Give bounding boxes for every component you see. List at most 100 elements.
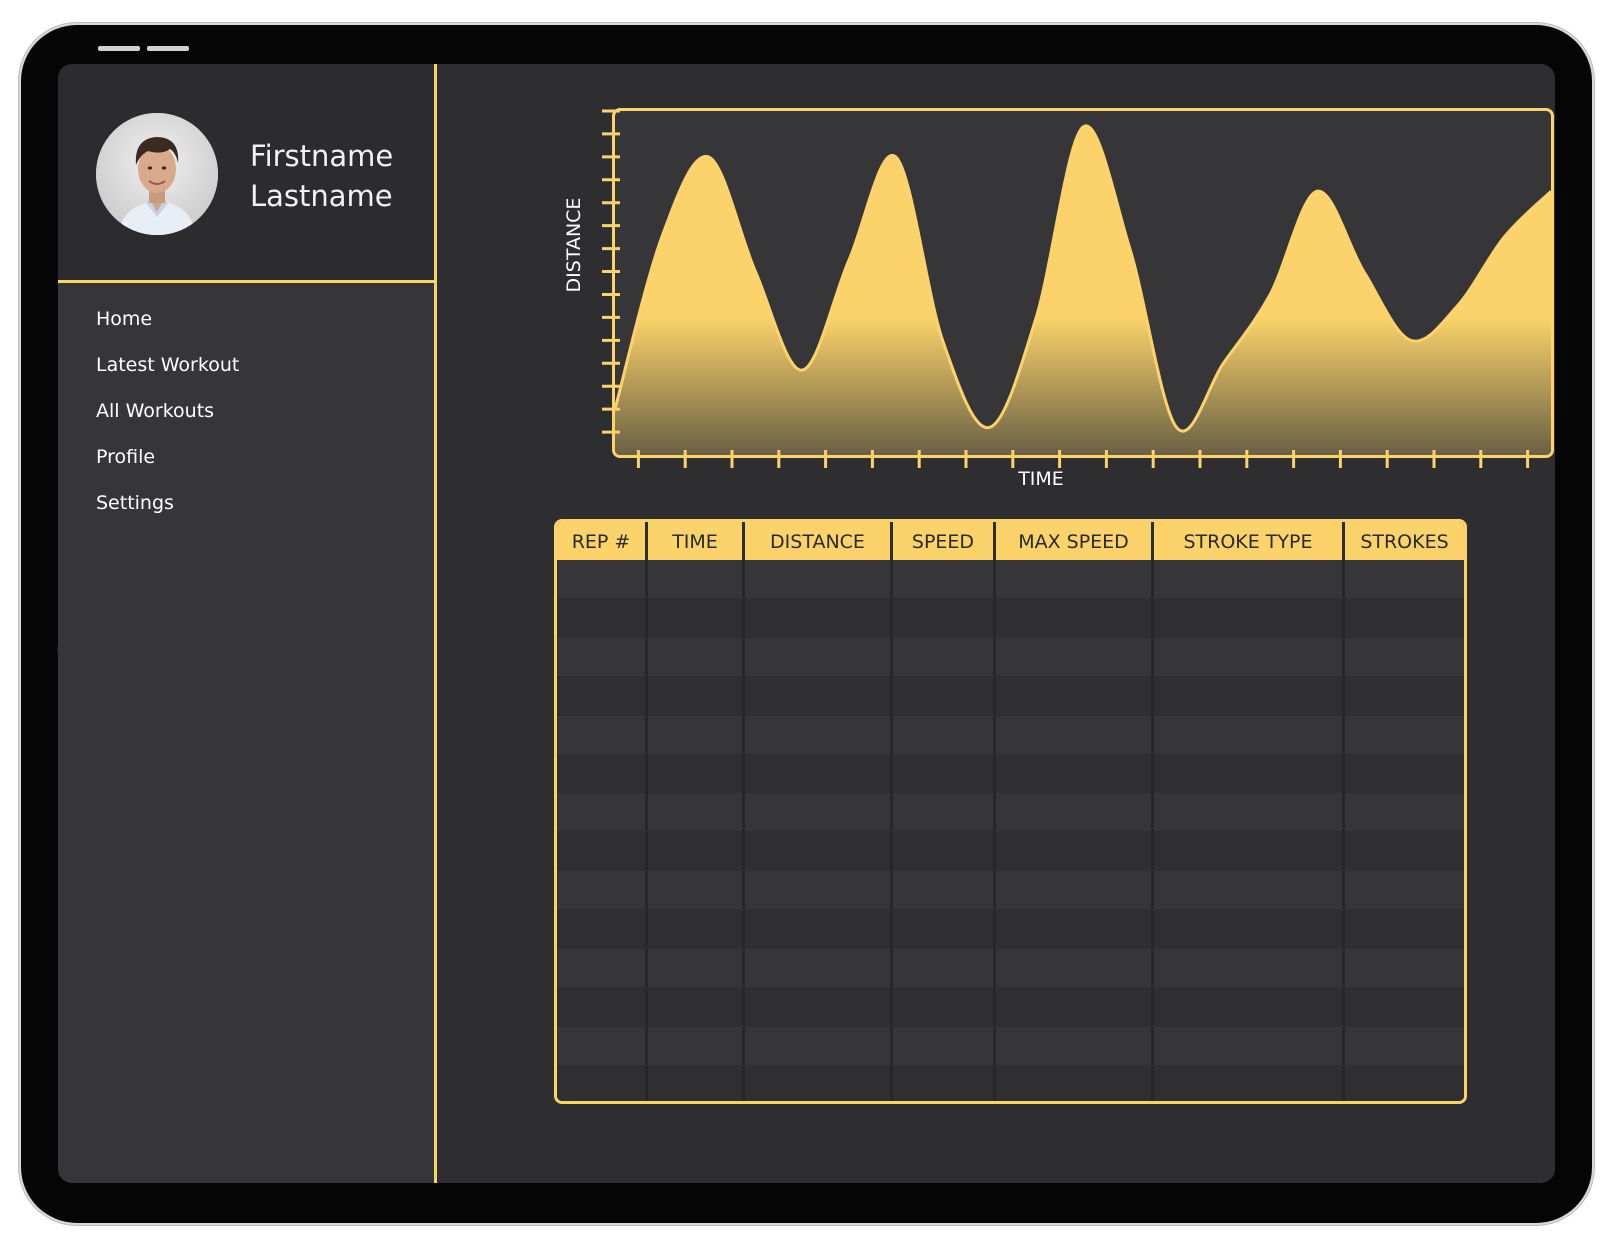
workout-table: REP # TIME DISTANCE SPEED MAX SPEED STRO…: [554, 519, 1467, 1104]
volume-button: [98, 46, 140, 51]
table-cell: [557, 832, 648, 871]
table-cell: [1154, 793, 1345, 832]
table-cell: [996, 598, 1154, 637]
user-name: Firstname Lastname: [250, 136, 393, 216]
table-cell: [1345, 677, 1464, 715]
table-cell: [745, 560, 893, 598]
table-cell: [1154, 637, 1345, 676]
table-cell: [1154, 598, 1345, 637]
table-cell: [648, 949, 745, 987]
table-cell: [1154, 560, 1345, 598]
table-row[interactable]: [557, 598, 1464, 637]
table-cell: [996, 871, 1154, 910]
table-cell: [648, 1026, 745, 1065]
distance-chart: DISTANCE TIME: [481, 108, 1554, 548]
table-cell: [745, 949, 893, 987]
table-cell: [1154, 910, 1345, 949]
table-row[interactable]: [557, 832, 1464, 871]
table-row[interactable]: [557, 871, 1464, 910]
table-cell: [1154, 715, 1345, 754]
table-row[interactable]: [557, 793, 1464, 832]
table-row[interactable]: [557, 949, 1464, 987]
nav-item-home[interactable]: Home: [96, 308, 239, 354]
col-header-time[interactable]: TIME: [648, 522, 745, 560]
table-cell: [996, 832, 1154, 871]
table-cell: [1154, 949, 1345, 987]
col-header-strokes[interactable]: STROKES: [1345, 522, 1464, 560]
table-row[interactable]: [557, 676, 1464, 715]
table-cell: [893, 832, 996, 871]
x-axis-label: TIME: [1018, 468, 1064, 490]
col-header-distance[interactable]: DISTANCE: [745, 522, 893, 560]
table-row[interactable]: [557, 754, 1464, 793]
y-axis-label: DISTANCE: [563, 197, 585, 293]
table-cell: [745, 598, 893, 637]
profile-header: Firstname Lastname: [58, 64, 434, 283]
table-cell: [893, 949, 996, 987]
table-cell: [893, 754, 996, 793]
table-cell: [648, 871, 745, 910]
table-cell: [1345, 1066, 1464, 1101]
col-header-rep[interactable]: REP #: [557, 522, 648, 560]
table-cell: [648, 715, 745, 754]
table-cell: [996, 1026, 1154, 1065]
table-cell: [893, 560, 996, 598]
table-cell: [1345, 638, 1464, 676]
table-cell: [648, 598, 745, 637]
table-cell: [996, 949, 1154, 987]
table-cell: [1345, 949, 1464, 987]
table-cell: [648, 754, 745, 793]
table-cell: [745, 793, 893, 832]
table-row[interactable]: [557, 637, 1464, 676]
table-row[interactable]: [557, 1026, 1464, 1065]
table-cell: [557, 715, 648, 754]
table-cell: [1345, 599, 1464, 637]
table-cell: [996, 637, 1154, 676]
table-cell: [1154, 832, 1345, 871]
table-cell: [893, 598, 996, 637]
table-cell: [996, 754, 1154, 793]
last-name: Lastname: [250, 179, 393, 213]
col-header-max-speed[interactable]: MAX SPEED: [996, 522, 1154, 560]
table-row[interactable]: [557, 560, 1464, 598]
nav-item-latest-workout[interactable]: Latest Workout: [96, 354, 239, 400]
table-cell: [996, 715, 1154, 754]
table-cell: [1154, 1026, 1345, 1065]
table-cell: [1154, 676, 1345, 715]
table-cell: [557, 949, 648, 987]
table-cell: [745, 754, 893, 793]
table-cell: [893, 793, 996, 832]
table-cell: [745, 715, 893, 754]
table-cell: [745, 987, 893, 1026]
table-cell: [557, 987, 648, 1026]
nav-item-profile[interactable]: Profile: [96, 446, 239, 492]
table-cell: [745, 1065, 893, 1101]
volume-button: [147, 46, 189, 51]
col-header-stroke-type[interactable]: STROKE TYPE: [1154, 522, 1345, 560]
table-row[interactable]: [557, 987, 1464, 1026]
nav-item-all-workouts[interactable]: All Workouts: [96, 400, 239, 446]
table-body: [557, 560, 1464, 1101]
table-cell: [648, 832, 745, 871]
table-row[interactable]: [557, 715, 1464, 754]
nav-item-settings[interactable]: Settings: [96, 492, 239, 538]
table-cell: [745, 676, 893, 715]
table-cell: [557, 560, 648, 598]
table-cell: [1154, 754, 1345, 793]
table-cell: [557, 598, 648, 637]
table-cell: [1345, 755, 1464, 793]
table-cell: [745, 1026, 893, 1065]
table-cell: [893, 676, 996, 715]
nav-menu: Home Latest Workout All Workouts Profile…: [96, 308, 239, 538]
table-cell: [1345, 832, 1464, 870]
table-cell: [648, 637, 745, 676]
table-cell: [648, 987, 745, 1026]
table-row[interactable]: [557, 1065, 1464, 1101]
table-cell: [996, 910, 1154, 949]
col-header-speed[interactable]: SPEED: [893, 522, 996, 560]
table-cell: [557, 637, 648, 676]
table-cell: [893, 871, 996, 910]
table-row[interactable]: [557, 910, 1464, 949]
avatar[interactable]: [96, 113, 218, 235]
table-cell: [996, 676, 1154, 715]
